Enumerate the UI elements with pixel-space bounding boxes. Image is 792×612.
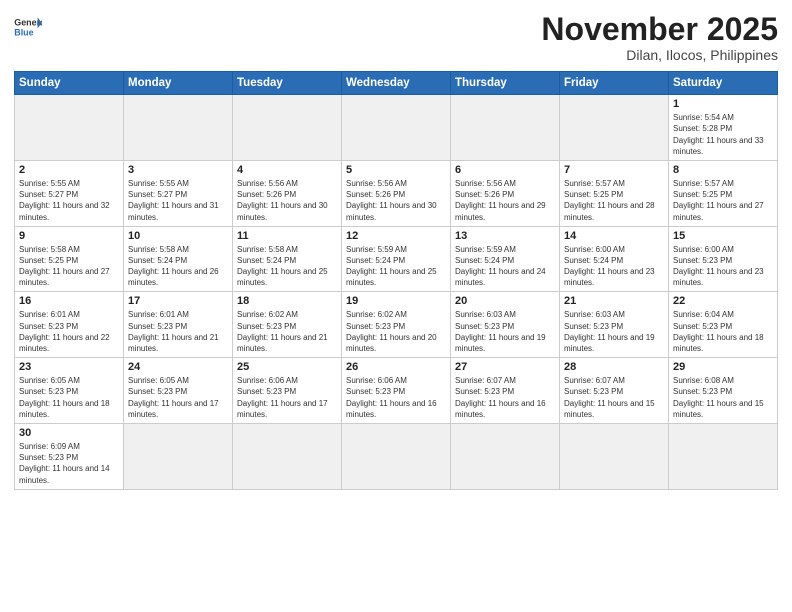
day-19: 19 Sunrise: 6:02 AMSunset: 5:23 PMDaylig… bbox=[342, 292, 451, 358]
header: General Blue November 2025 Dilan, Ilocos… bbox=[14, 12, 778, 63]
day-1: 1 Sunrise: 5:54 AM Sunset: 5:28 PM Dayli… bbox=[669, 95, 778, 161]
day-25: 25 Sunrise: 6:06 AMSunset: 5:23 PMDaylig… bbox=[233, 358, 342, 424]
day-18: 18 Sunrise: 6:02 AMSunset: 5:23 PMDaylig… bbox=[233, 292, 342, 358]
day-17: 17 Sunrise: 6:01 AMSunset: 5:23 PMDaylig… bbox=[124, 292, 233, 358]
weekday-header-row: Sunday Monday Tuesday Wednesday Thursday… bbox=[15, 72, 778, 95]
day-3: 3 Sunrise: 5:55 AMSunset: 5:27 PMDayligh… bbox=[124, 160, 233, 226]
week-row-4: 16 Sunrise: 6:01 AMSunset: 5:23 PMDaylig… bbox=[15, 292, 778, 358]
day-20: 20 Sunrise: 6:03 AMSunset: 5:23 PMDaylig… bbox=[451, 292, 560, 358]
day-22: 22 Sunrise: 6:04 AMSunset: 5:23 PMDaylig… bbox=[669, 292, 778, 358]
header-sunday: Sunday bbox=[15, 72, 124, 95]
day-9: 9 Sunrise: 5:58 AMSunset: 5:25 PMDayligh… bbox=[15, 226, 124, 292]
day-empty bbox=[124, 95, 233, 161]
header-monday: Monday bbox=[124, 72, 233, 95]
header-friday: Friday bbox=[560, 72, 669, 95]
header-wednesday: Wednesday bbox=[342, 72, 451, 95]
title-block: November 2025 Dilan, Ilocos, Philippines bbox=[541, 12, 778, 63]
logo: General Blue bbox=[14, 16, 42, 38]
page: General Blue November 2025 Dilan, Ilocos… bbox=[0, 0, 792, 612]
day-11: 11 Sunrise: 5:58 AMSunset: 5:24 PMDaylig… bbox=[233, 226, 342, 292]
week-row-2: 2 Sunrise: 5:55 AMSunset: 5:27 PMDayligh… bbox=[15, 160, 778, 226]
day-21: 21 Sunrise: 6:03 AMSunset: 5:23 PMDaylig… bbox=[560, 292, 669, 358]
day-14: 14 Sunrise: 6:00 AMSunset: 5:24 PMDaylig… bbox=[560, 226, 669, 292]
day-2: 2 Sunrise: 5:55 AMSunset: 5:27 PMDayligh… bbox=[15, 160, 124, 226]
location-subtitle: Dilan, Ilocos, Philippines bbox=[541, 47, 778, 63]
day-empty bbox=[451, 423, 560, 489]
day-23: 23 Sunrise: 6:05 AMSunset: 5:23 PMDaylig… bbox=[15, 358, 124, 424]
day-empty bbox=[451, 95, 560, 161]
day-26: 26 Sunrise: 6:06 AMSunset: 5:23 PMDaylig… bbox=[342, 358, 451, 424]
header-saturday: Saturday bbox=[669, 72, 778, 95]
day-6: 6 Sunrise: 5:56 AMSunset: 5:26 PMDayligh… bbox=[451, 160, 560, 226]
day-empty bbox=[560, 95, 669, 161]
header-thursday: Thursday bbox=[451, 72, 560, 95]
day-empty bbox=[15, 95, 124, 161]
day-24: 24 Sunrise: 6:05 AMSunset: 5:23 PMDaylig… bbox=[124, 358, 233, 424]
day-10: 10 Sunrise: 5:58 AMSunset: 5:24 PMDaylig… bbox=[124, 226, 233, 292]
day-empty bbox=[124, 423, 233, 489]
day-empty bbox=[233, 95, 342, 161]
day-empty bbox=[342, 423, 451, 489]
week-row-3: 9 Sunrise: 5:58 AMSunset: 5:25 PMDayligh… bbox=[15, 226, 778, 292]
day-empty bbox=[669, 423, 778, 489]
day-28: 28 Sunrise: 6:07 AMSunset: 5:23 PMDaylig… bbox=[560, 358, 669, 424]
day-empty bbox=[233, 423, 342, 489]
day-empty bbox=[560, 423, 669, 489]
header-tuesday: Tuesday bbox=[233, 72, 342, 95]
day-empty bbox=[342, 95, 451, 161]
svg-text:Blue: Blue bbox=[14, 27, 33, 37]
day-4: 4 Sunrise: 5:56 AMSunset: 5:26 PMDayligh… bbox=[233, 160, 342, 226]
day-7: 7 Sunrise: 5:57 AMSunset: 5:25 PMDayligh… bbox=[560, 160, 669, 226]
month-year-title: November 2025 bbox=[541, 12, 778, 47]
day-8: 8 Sunrise: 5:57 AMSunset: 5:25 PMDayligh… bbox=[669, 160, 778, 226]
week-row-1: 1 Sunrise: 5:54 AM Sunset: 5:28 PM Dayli… bbox=[15, 95, 778, 161]
day-29: 29 Sunrise: 6:08 AMSunset: 5:23 PMDaylig… bbox=[669, 358, 778, 424]
day-16: 16 Sunrise: 6:01 AMSunset: 5:23 PMDaylig… bbox=[15, 292, 124, 358]
day-15: 15 Sunrise: 6:00 AMSunset: 5:23 PMDaylig… bbox=[669, 226, 778, 292]
day-13: 13 Sunrise: 5:59 AMSunset: 5:24 PMDaylig… bbox=[451, 226, 560, 292]
day-30: 30 Sunrise: 6:09 AMSunset: 5:23 PMDaylig… bbox=[15, 423, 124, 489]
week-row-5: 23 Sunrise: 6:05 AMSunset: 5:23 PMDaylig… bbox=[15, 358, 778, 424]
calendar-table: Sunday Monday Tuesday Wednesday Thursday… bbox=[14, 71, 778, 490]
day-27: 27 Sunrise: 6:07 AMSunset: 5:23 PMDaylig… bbox=[451, 358, 560, 424]
week-row-6: 30 Sunrise: 6:09 AMSunset: 5:23 PMDaylig… bbox=[15, 423, 778, 489]
day-12: 12 Sunrise: 5:59 AMSunset: 5:24 PMDaylig… bbox=[342, 226, 451, 292]
logo-icon: General Blue bbox=[14, 16, 42, 38]
day-5: 5 Sunrise: 5:56 AMSunset: 5:26 PMDayligh… bbox=[342, 160, 451, 226]
